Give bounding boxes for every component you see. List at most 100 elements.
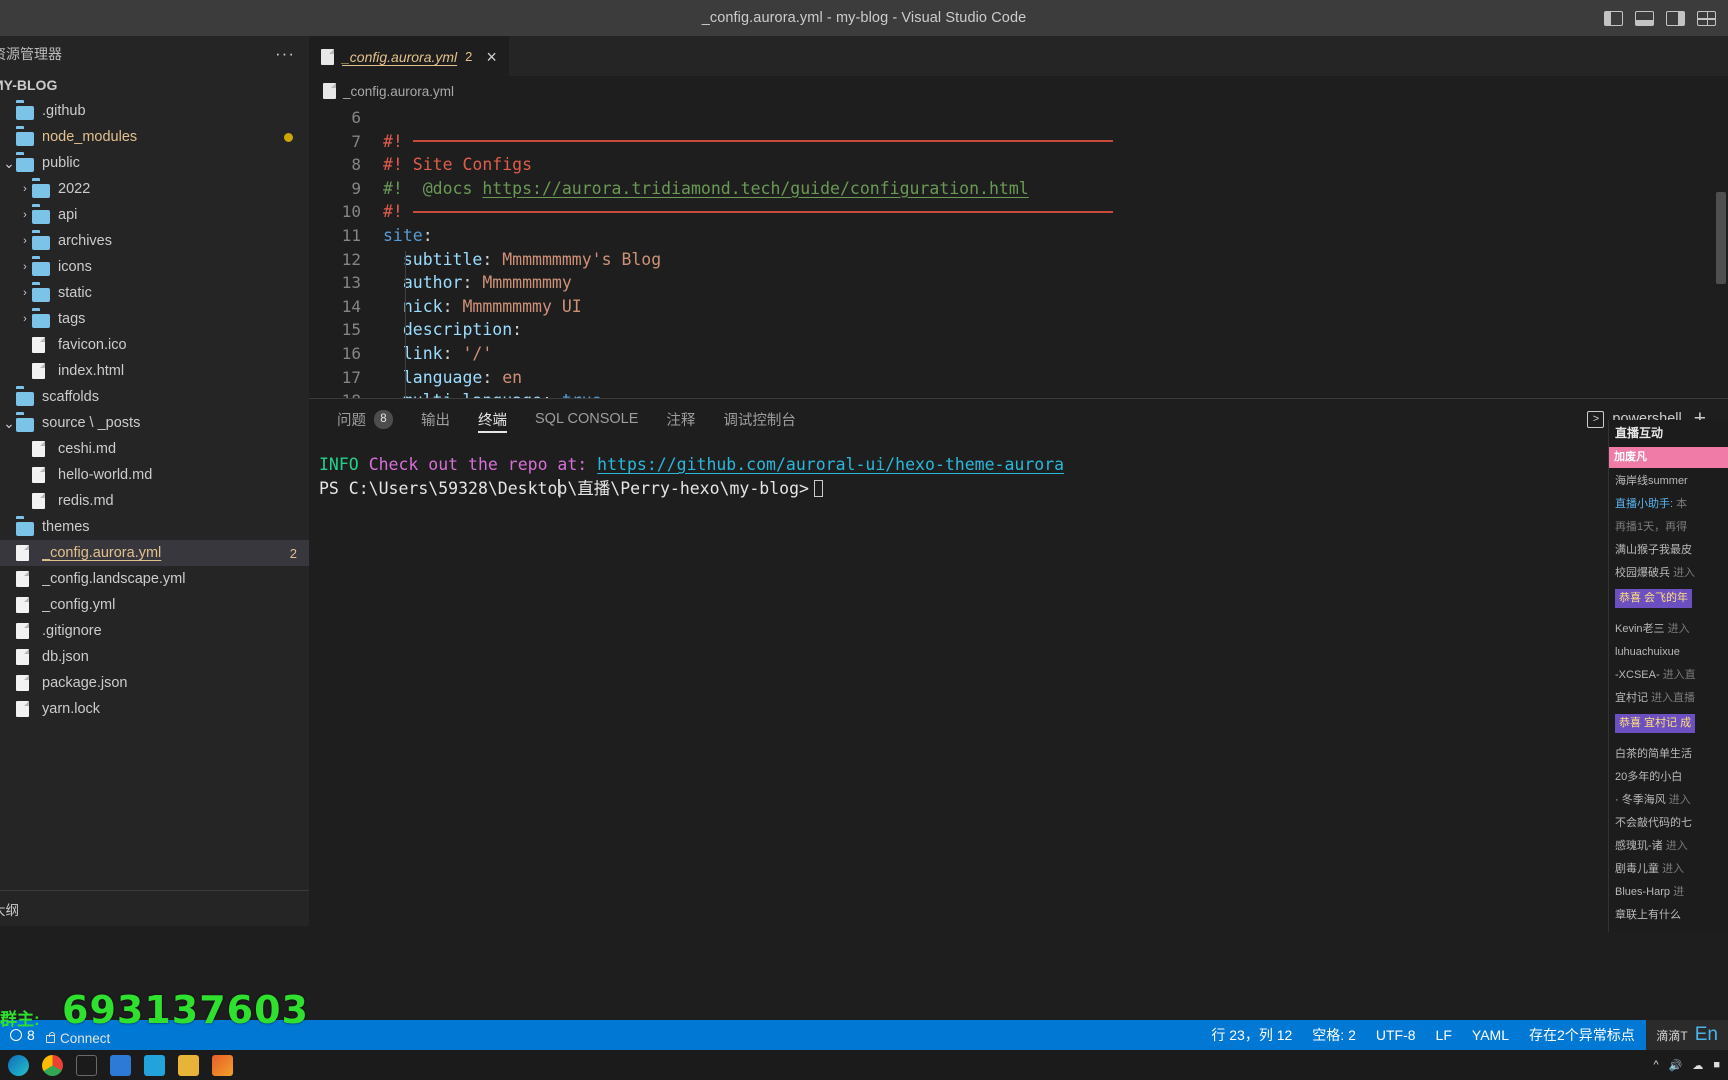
terminal-caret bbox=[813, 480, 823, 497]
terminal-output[interactable]: INFO Check out the repo at: https://gith… bbox=[309, 439, 1728, 501]
panel-tab-1[interactable]: 问题 8 bbox=[323, 399, 407, 439]
wifi-icon[interactable]: ☁ bbox=[1692, 1059, 1703, 1072]
vscode-icon[interactable] bbox=[144, 1054, 165, 1076]
edge-icon[interactable] bbox=[8, 1054, 29, 1076]
tree-item-ceshi-md[interactable]: ceshi.md bbox=[0, 436, 309, 462]
livechat-text: 进入 bbox=[1673, 567, 1696, 579]
folder-icon[interactable] bbox=[178, 1054, 199, 1076]
tree-item-node-modules[interactable]: node_modules bbox=[0, 124, 309, 150]
scrollbar-thumb[interactable] bbox=[1716, 192, 1726, 284]
livechat-message: 宜村记 进入直播 bbox=[1615, 691, 1722, 706]
chevron-right-icon[interactable]: › bbox=[18, 183, 32, 195]
line-number: 11 bbox=[341, 225, 361, 245]
tree-item-archives[interactable]: › archives bbox=[0, 228, 309, 254]
tree-item-themes[interactable]: themes bbox=[0, 514, 309, 540]
chrome-icon[interactable] bbox=[42, 1054, 63, 1076]
explorer-sidebar: 资源管理器 ··· MY-BLOG .github node_modules ⌄ pu… bbox=[0, 36, 309, 926]
paint-icon[interactable] bbox=[212, 1054, 233, 1076]
status-encoding[interactable]: UTF-8 bbox=[1376, 1027, 1416, 1043]
code-token: #! bbox=[383, 202, 413, 222]
tree-item-static[interactable]: › static bbox=[0, 280, 309, 306]
terminal-icon[interactable] bbox=[76, 1054, 97, 1076]
tree-item-tags[interactable]: › tags bbox=[0, 306, 309, 332]
tree-item--github[interactable]: .github bbox=[0, 98, 309, 124]
tree-item--config-landscape-yml[interactable]: _config.landscape.yml bbox=[0, 566, 309, 592]
chevron-right-icon[interactable]: › bbox=[18, 261, 32, 273]
tree-item-icons[interactable]: › icons bbox=[0, 254, 309, 280]
tree-item-source-posts[interactable]: ⌄ source \ _posts bbox=[0, 410, 309, 436]
livechat-username: 校园爆破兵 bbox=[1615, 567, 1674, 579]
tree-item-label: themes bbox=[42, 519, 90, 535]
tree-item-redis-md[interactable]: redis.md bbox=[0, 488, 309, 514]
tree-item-public[interactable]: ⌄ public bbox=[0, 150, 309, 176]
more-actions-icon[interactable]: ··· bbox=[275, 45, 295, 62]
panel-tab-5[interactable]: 注释 bbox=[652, 399, 709, 439]
line-number: 13 bbox=[341, 273, 361, 293]
file-icon bbox=[16, 545, 36, 561]
tree-item-label: package.json bbox=[42, 675, 128, 691]
battery-icon[interactable]: ■ bbox=[1713, 1059, 1720, 1071]
chevron-right-icon[interactable]: › bbox=[18, 287, 32, 299]
breadcrumb[interactable]: _config.aurora.yml bbox=[309, 76, 1728, 106]
panel-tab-4[interactable]: SQL CONSOLE bbox=[521, 399, 652, 439]
editor-scrollbar[interactable] bbox=[1714, 176, 1728, 398]
tree-item-label: archives bbox=[58, 233, 112, 249]
speaker-icon[interactable]: 🔊 bbox=[1669, 1059, 1683, 1072]
tree-item-favicon-ico[interactable]: favicon.ico bbox=[0, 332, 309, 358]
code-editor[interactable]: 6 7 #! 8 #! Site Configs 9 #! @docs https://a… bbox=[309, 106, 1728, 398]
panel-tab-6[interactable]: 调试控制台 bbox=[709, 399, 810, 439]
close-icon[interactable]: × bbox=[486, 48, 497, 66]
editor-area: _config.aurora.yml 2 × _config.aurora.ym… bbox=[309, 36, 1728, 926]
tree-item-scaffolds[interactable]: scaffolds bbox=[0, 384, 309, 410]
tree-item--config-aurora-yml[interactable]: _config.aurora.yml 2 bbox=[0, 540, 309, 566]
folder-icon bbox=[16, 155, 36, 172]
panel-tab-label: 问题 bbox=[337, 412, 366, 429]
ime-indicator[interactable]: 滴滴T En bbox=[1646, 1020, 1728, 1050]
panel-tab-2[interactable]: 输出 bbox=[407, 399, 464, 439]
livechat-message: 满山猴子我最皮 bbox=[1615, 543, 1722, 558]
connect-label: Connect bbox=[60, 1031, 111, 1046]
status-cursor-position[interactable]: 行 23，列 12 bbox=[1211, 1025, 1292, 1045]
status-indentation[interactable]: 空格: 2 bbox=[1312, 1025, 1356, 1045]
outline-section[interactable]: 大纲 bbox=[0, 890, 309, 926]
tree-item--config-yml[interactable]: _config.yml bbox=[0, 592, 309, 618]
chevron-down-icon[interactable]: ⌄ bbox=[2, 415, 16, 432]
panel-right-icon[interactable] bbox=[1666, 10, 1685, 26]
status-language-mode[interactable]: YAML bbox=[1472, 1027, 1509, 1043]
chevron-down-icon[interactable]: ⌄ bbox=[2, 155, 16, 172]
panel-tab-3[interactable]: 终端 bbox=[464, 399, 521, 439]
workspace-root[interactable]: MY-BLOG bbox=[0, 72, 309, 98]
panel-bottom-icon[interactable] bbox=[1635, 10, 1654, 26]
chevron-right-icon[interactable]: › bbox=[18, 313, 32, 325]
livechat-message: 再播1天，再得 bbox=[1615, 520, 1722, 535]
tree-item-2022[interactable]: › 2022 bbox=[0, 176, 309, 202]
folder-icon bbox=[16, 389, 36, 406]
vscode-window: _config.aurora.yml - my-blog - Visual St… bbox=[0, 0, 1728, 1080]
up-arrow-icon[interactable]: ^ bbox=[1653, 1059, 1658, 1071]
chevron-right-icon[interactable]: › bbox=[18, 209, 32, 221]
repo-link[interactable]: https://github.com/auroral-ui/hexo-theme… bbox=[597, 455, 1064, 474]
status-anomaly-marks[interactable]: 存在2个异常标点 bbox=[1529, 1025, 1635, 1045]
chevron-right-icon[interactable]: › bbox=[18, 235, 32, 247]
remote-connect-indicator[interactable]: Connect bbox=[46, 1031, 110, 1046]
tab-config-aurora-yml[interactable]: _config.aurora.yml 2 × bbox=[309, 36, 509, 76]
tree-item-api[interactable]: › api bbox=[0, 202, 309, 228]
layout-grid-icon[interactable] bbox=[1697, 10, 1716, 26]
tree-item-hello-world-md[interactable]: hello-world.md bbox=[0, 462, 309, 488]
tree-item-package-json[interactable]: package.json bbox=[0, 670, 309, 696]
livestream-chat-panel[interactable]: 直播互动 加废凡 海岸线summer 直播小助手: 本再播1天，再得 满山猴子我最… bbox=[1608, 420, 1728, 932]
code-token: : bbox=[442, 296, 463, 316]
tree-item-label: _config.yml bbox=[42, 597, 116, 613]
camera-icon[interactable] bbox=[110, 1054, 131, 1076]
tree-item-yarn-lock[interactable]: yarn.lock bbox=[0, 696, 309, 722]
livechat-username: 满山猴子我最皮 bbox=[1615, 544, 1692, 556]
tree-item-index-html[interactable]: index.html bbox=[0, 358, 309, 384]
panel-left-icon[interactable] bbox=[1604, 10, 1623, 26]
status-eol[interactable]: LF bbox=[1436, 1027, 1452, 1043]
tree-item--gitignore[interactable]: .gitignore bbox=[0, 618, 309, 644]
tree-item-db-json[interactable]: db.json bbox=[0, 644, 309, 670]
line-number: 16 bbox=[341, 343, 361, 363]
